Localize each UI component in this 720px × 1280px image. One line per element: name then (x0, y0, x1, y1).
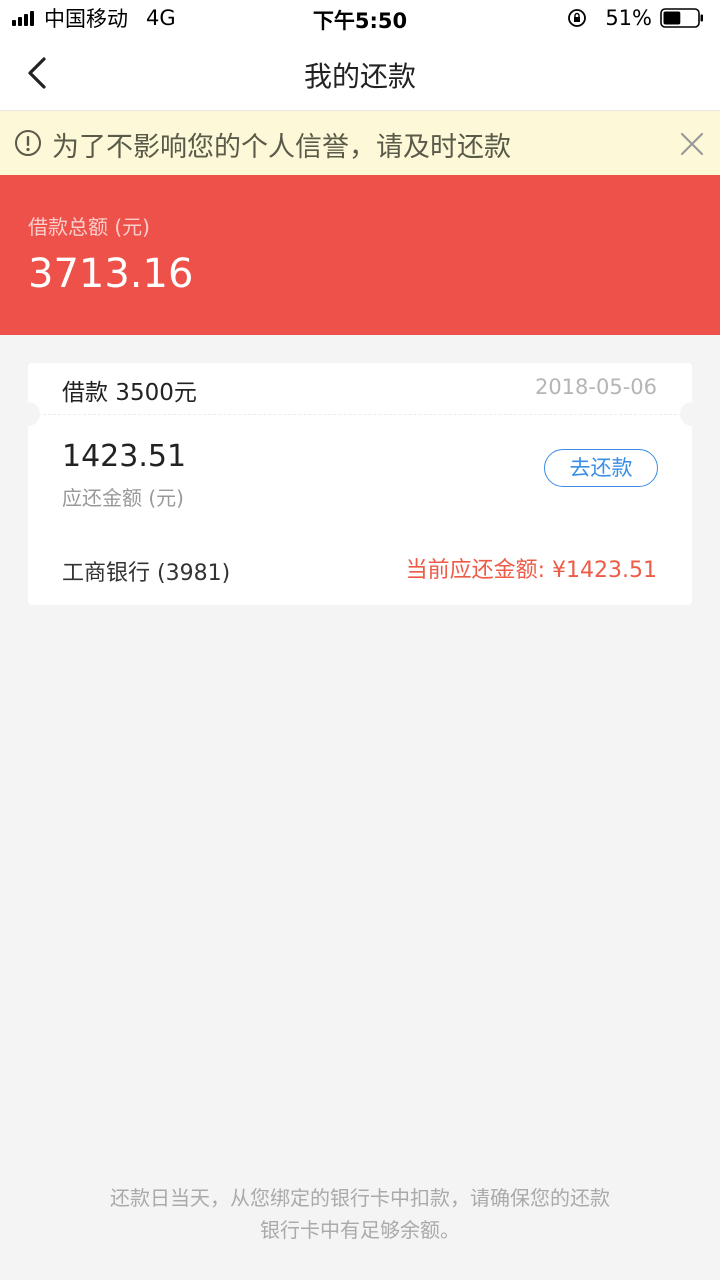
current-due-amount: 当前应还金额: ¥1423.51 (405, 558, 657, 583)
repayment-note: 还款日当天，从您绑定的银行卡中扣款，请确保您的还款 银行卡中有足够余额。 (60, 1182, 660, 1246)
loan-date: 2018-05-06 (534, 375, 657, 399)
repayment-note-line-1: 还款日当天，从您绑定的银行卡中扣款，请确保您的还款 (110, 1186, 610, 1210)
total-loan-amount: 3713.16 (28, 251, 194, 297)
status-bar: 中国移动 4G 下午5:50 51% (0, 0, 720, 36)
notice-text: 为了不影响您的个人信誉，请及时还款 (52, 132, 511, 163)
repayment-note-line-2: 银行卡中有足够余额。 (260, 1218, 460, 1242)
due-amount-label: 应还金额 (元) (62, 486, 184, 510)
due-amount: 1423.51 (62, 439, 187, 474)
repay-button[interactable]: 去还款 (544, 449, 658, 487)
loan-summary: 借款总额 (元) 3713.16 (0, 175, 720, 335)
status-right: 51% (567, 6, 704, 30)
ticket-notch-left (16, 402, 40, 426)
total-loan-label: 借款总额 (元) (28, 215, 150, 239)
loan-card-header: 借款 3500元 2018-05-06 (28, 363, 692, 415)
battery-icon (660, 8, 703, 28)
nav-bar: 我的还款 (0, 36, 720, 111)
loan-card: 借款 3500元 2018-05-06 1423.51 应还金额 (元) 去还款… (16, 363, 704, 605)
rotation-lock-icon (568, 9, 587, 27)
notice-banner: 为了不影响您的个人信誉，请及时还款 (0, 111, 720, 175)
ticket-notch-right (680, 402, 704, 426)
loan-title: 借款 3500元 (62, 380, 197, 406)
exclamation-circle-icon (15, 130, 41, 156)
page-title: 我的还款 (303, 60, 416, 93)
bank-card: 工商银行 (3981) (62, 561, 231, 586)
battery-percent: 51% (605, 6, 652, 30)
close-icon[interactable] (678, 130, 706, 158)
